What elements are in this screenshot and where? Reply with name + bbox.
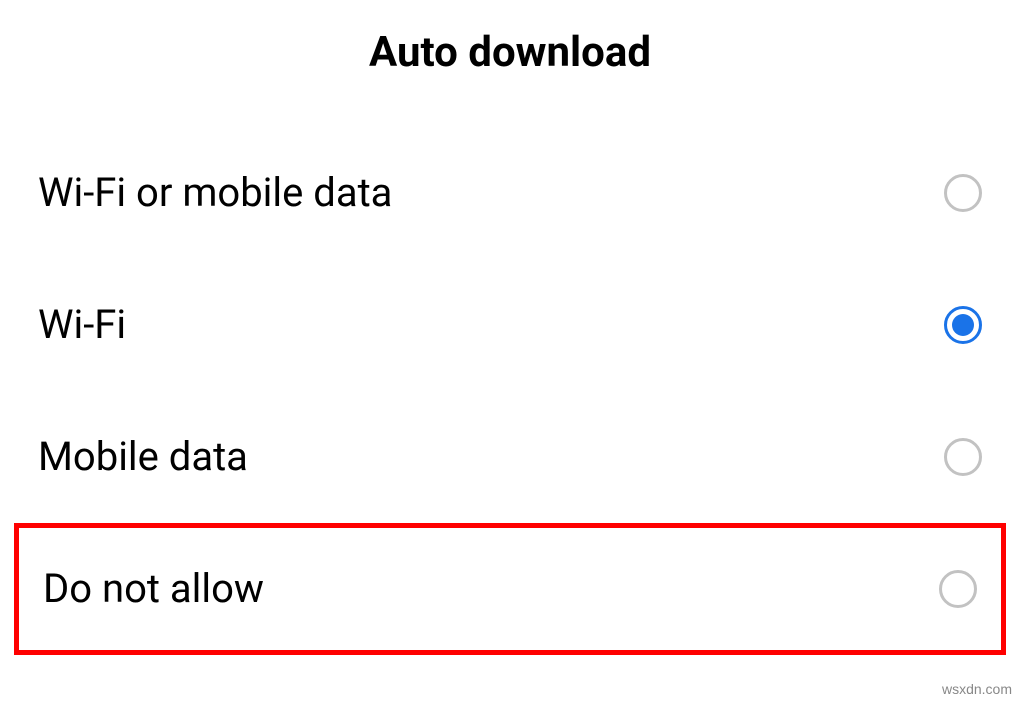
option-label: Mobile data: [38, 433, 248, 481]
radio-icon: [944, 174, 982, 212]
dialog-title: Auto download: [0, 0, 1020, 127]
settings-dialog: Auto download Wi-Fi or mobile data Wi-Fi…: [0, 0, 1020, 701]
option-label: Wi-Fi: [38, 301, 126, 349]
option-label: Do not allow: [43, 565, 264, 613]
option-label: Wi-Fi or mobile data: [38, 169, 392, 217]
option-wifi-or-mobile[interactable]: Wi-Fi or mobile data: [0, 127, 1020, 259]
option-do-not-allow[interactable]: Do not allow: [14, 523, 1006, 655]
radio-icon: [939, 570, 977, 608]
option-wifi[interactable]: Wi-Fi: [0, 259, 1020, 391]
option-mobile-data[interactable]: Mobile data: [0, 391, 1020, 523]
watermark-text: wsxdn.com: [942, 681, 1012, 697]
radio-icon-selected: [944, 306, 982, 344]
radio-icon: [944, 438, 982, 476]
